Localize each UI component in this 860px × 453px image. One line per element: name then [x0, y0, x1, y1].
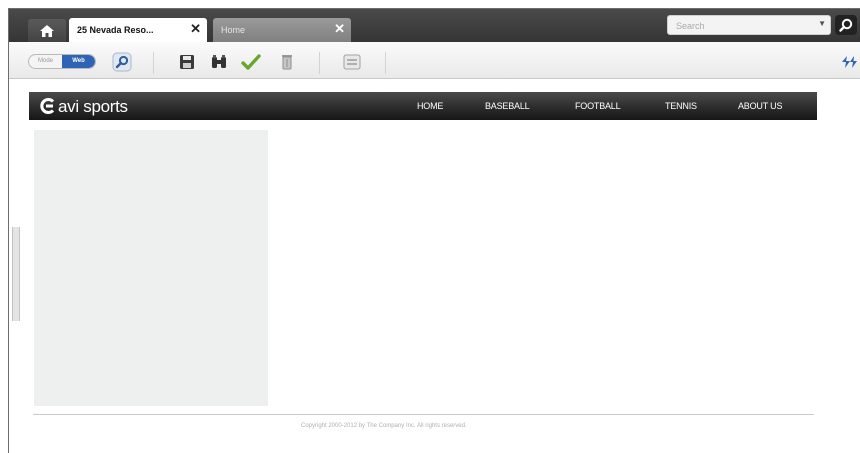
close-icon[interactable]: ✕ [190, 22, 201, 36]
layout-icon [343, 54, 361, 70]
tab-bar: 25 Nevada Reso... ✕ Home ✕ ▼ [9, 9, 860, 42]
sync-icon [842, 56, 857, 68]
find-icon [212, 55, 226, 68]
site-logo[interactable]: avi sports [58, 97, 128, 117]
approve-check-icon [241, 54, 261, 70]
tab-home[interactable]: Home ✕ [213, 18, 351, 42]
toolbar-divider [319, 52, 320, 74]
home-icon [40, 25, 54, 37]
save-icon [180, 55, 194, 69]
tab-label: 25 Nevada Reso... [77, 25, 154, 35]
tab-label: Home [221, 25, 246, 35]
search-field: ▼ [667, 15, 831, 35]
copyright-text: Copyright 2000-2012 by The Company Inc. … [301, 423, 467, 429]
find-button[interactable] [207, 50, 231, 74]
panel-resize-handle[interactable] [12, 227, 20, 321]
site-header: avi sports HOME BASEBALL FOOTBALL TENNIS… [29, 92, 817, 120]
nav-item-baseball[interactable]: BASEBALL [485, 101, 530, 111]
chevron-down-icon[interactable]: ▼ [818, 19, 826, 28]
preview-button[interactable] [110, 50, 134, 74]
editor-toolbar: Mode Web [9, 42, 860, 79]
preview-icon [112, 52, 132, 72]
editor-frame: 25 Nevada Reso... ✕ Home ✕ ▼ Mode Web [8, 8, 860, 453]
mode-option-off[interactable]: Mode [29, 55, 62, 68]
delete-button[interactable] [275, 50, 299, 74]
close-icon[interactable]: ✕ [334, 22, 345, 36]
sidebar-content-panel[interactable] [34, 130, 268, 406]
nav-item-football[interactable]: FOOTBALL [575, 101, 621, 111]
footer-divider [33, 414, 814, 415]
search-input[interactable] [674, 18, 818, 34]
sync-button[interactable] [837, 50, 860, 74]
tab-active[interactable]: 25 Nevada Reso... ✕ [69, 18, 207, 42]
search-icon [839, 18, 853, 32]
nav-item-home[interactable]: HOME [417, 101, 443, 111]
home-tab[interactable] [28, 19, 66, 42]
delete-trash-icon [282, 55, 292, 70]
toolbar-divider [385, 52, 386, 74]
approve-button[interactable] [239, 50, 263, 74]
mode-option-web[interactable]: Web [62, 55, 95, 68]
layout-button[interactable] [340, 50, 364, 74]
toolbar-divider [153, 52, 154, 74]
logo-mark-icon [40, 98, 55, 114]
mode-toggle[interactable]: Mode Web [28, 54, 96, 69]
nav-item-about-us[interactable]: ABOUT US [738, 101, 782, 111]
search-button[interactable] [835, 15, 857, 35]
nav-item-tennis[interactable]: TENNIS [665, 101, 697, 111]
save-button[interactable] [175, 50, 199, 74]
